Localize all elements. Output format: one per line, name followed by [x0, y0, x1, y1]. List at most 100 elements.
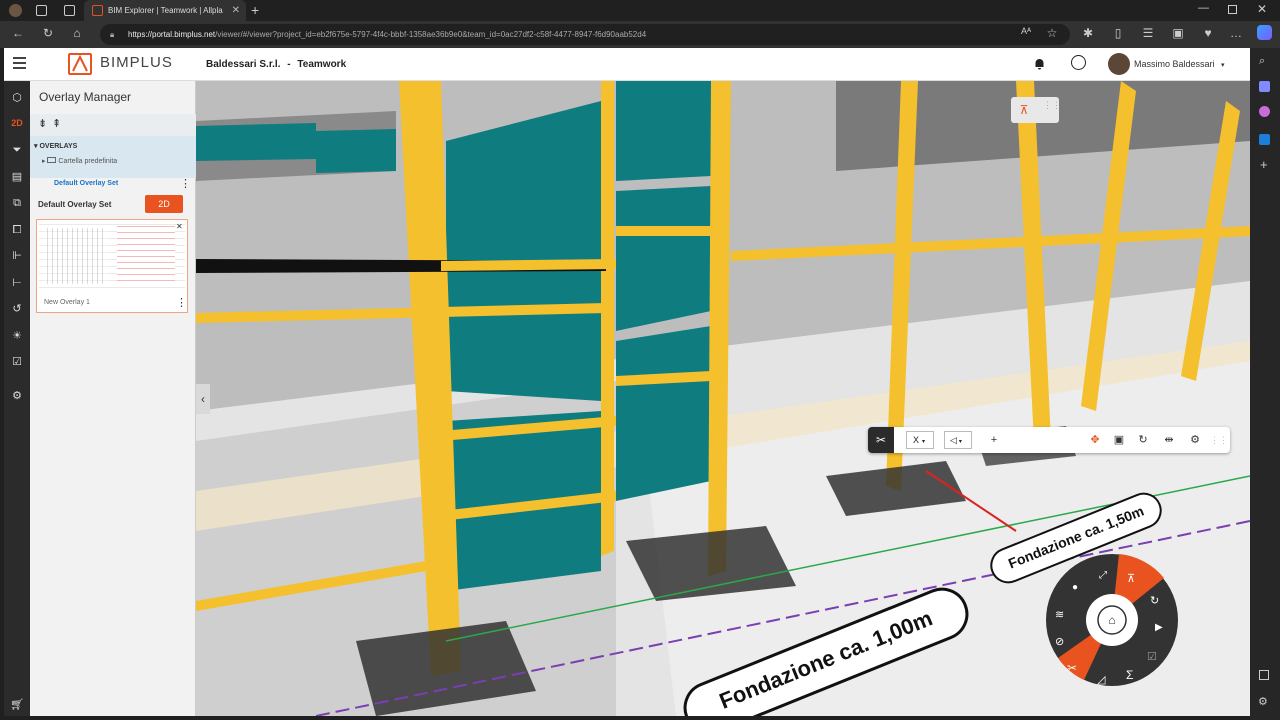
profile-icon[interactable] [9, 4, 22, 17]
tab-close-icon[interactable]: ✕ [232, 0, 240, 21]
support-icon[interactable] [1071, 55, 1086, 70]
drag-handle-icon[interactable]: ⋮⋮ [1043, 101, 1061, 119]
browser-tab-active[interactable]: BIM Explorer | Teamwork | Allpla ✕ [84, 0, 246, 21]
remove-overlay-icon[interactable]: ✕ [176, 222, 183, 231]
overlay-more-icon[interactable]: ⋮ [176, 296, 187, 309]
bimplus-logo-icon [68, 53, 92, 75]
checklist-icon[interactable]: ☑ [8, 353, 26, 371]
flip-icon[interactable]: ⇹ [1160, 431, 1178, 449]
overlay-set-title: Default Overlay Set [38, 200, 112, 209]
browser-menu-icon[interactable]: … [1228, 26, 1244, 40]
more-vertical-icon[interactable]: ⋮ [180, 177, 191, 190]
zoom-extents-icon[interactable]: ⤢ [1099, 570, 1107, 581]
axis-select[interactable]: X ▾ [906, 431, 934, 449]
url-path: /viewer/#/viewer?project_id=eb2f675e-579… [215, 30, 647, 39]
browser-addressbar: ← ↻ ⌂ 🔒︎ https://portal.bimplus.net/view… [0, 21, 1280, 48]
move-icon[interactable]: ✥ [1086, 431, 1104, 449]
app-header: BIMPLUS Baldessari S.r.l. - Teamwork Mas… [4, 48, 1250, 81]
location-icon[interactable]: ● [1072, 582, 1078, 593]
reload-icon[interactable]: ↻ [40, 26, 56, 40]
hierarchy-icon[interactable]: ⊩ [8, 247, 26, 265]
expand-all-icon[interactable]: ⇟ [38, 117, 47, 130]
read-aloud-icon[interactable]: Aᴬ [1018, 26, 1034, 36]
history-icon[interactable]: ↺ [8, 300, 26, 318]
collapse-panel-button[interactable]: ‹ [196, 384, 210, 414]
layers-icon[interactable]: ⧠ [8, 221, 26, 239]
plane-select[interactable]: ◁ ▾ [944, 431, 972, 449]
cart-icon[interactable]: 🛒︎ [8, 696, 26, 714]
home-icon[interactable]: ⌂ [69, 26, 85, 40]
shopping-icon[interactable] [1259, 81, 1270, 92]
lock-icon: 🔒︎ [110, 30, 115, 39]
new-tab-icon[interactable]: + [251, 2, 259, 18]
breadcrumb-separator: - [287, 59, 291, 70]
tools-icon[interactable] [1259, 106, 1270, 117]
structure-tree-button[interactable]: ⊼ ⋮⋮ [1011, 97, 1061, 123]
outlook-icon[interactable] [1259, 134, 1270, 145]
avatar[interactable] [1108, 53, 1130, 75]
measure-icon[interactable]: ◿ [1097, 673, 1105, 686]
browser-tabbar: BIM Explorer | Teamwork | Allpla ✕ + — ✕ [0, 0, 1280, 21]
workspaces-icon[interactable] [36, 5, 47, 16]
structure-icon[interactable]: ⊼ [1127, 572, 1135, 585]
search-icon[interactable]: ⌕ [1259, 55, 1265, 68]
split-screen-icon[interactable]: ▯ [1110, 26, 1126, 40]
settings-icon[interactable]: ⚙ [1258, 695, 1268, 708]
back-icon[interactable]: ← [10, 26, 26, 40]
gear-icon[interactable]: ⚙ [8, 387, 26, 405]
copy-icon[interactable]: ⧉ [8, 194, 26, 212]
2d-icon[interactable]: 2D [8, 114, 26, 132]
overlay-set-item[interactable]: Default Overlay Set ⋮ [30, 178, 196, 193]
camera-icon[interactable]: ▶ [1155, 622, 1163, 633]
section-tool-button[interactable]: ✂ [868, 427, 894, 453]
sidebar-layout-icon[interactable] [1259, 670, 1269, 680]
3d-viewport[interactable]: Fondazione ca. 1,00m Fondazione ca. 1,50… [196, 81, 1250, 716]
collections-icon[interactable]: ▣ [1170, 26, 1186, 40]
window-close-icon[interactable]: ✕ [1257, 2, 1267, 16]
tree-icon[interactable]: ⊢ [8, 274, 26, 292]
cube-icon[interactable]: ⬡ [8, 89, 26, 107]
add-plane-icon[interactable]: + [985, 431, 1003, 449]
box-section-icon[interactable]: ▣ [1110, 431, 1128, 449]
filter-icon[interactable]: ⏷ [8, 141, 26, 159]
section-header[interactable]: ▾ OVERLAYS [34, 142, 77, 150]
rotate-icon[interactable]: ↻ [1134, 431, 1152, 449]
copilot-icon[interactable] [1257, 25, 1272, 40]
favorite-star-icon[interactable]: ☆ [1044, 26, 1060, 40]
tab-actions-icon[interactable] [64, 5, 75, 16]
company-name: Baldessari S.r.l. [206, 59, 281, 70]
favorites-icon[interactable]: ☰ [1140, 26, 1156, 40]
settings-gear-icon[interactable]: ⚙ [1186, 431, 1204, 449]
toolbar-drag-icon[interactable]: ⋮⋮ [1210, 431, 1228, 449]
add-2d-button[interactable]: 2D [145, 195, 183, 213]
hide-icon[interactable]: ⊘ [1055, 635, 1064, 648]
clipboard-icon[interactable]: ▤ [8, 168, 26, 186]
orbit-icon[interactable]: ↻ [1150, 594, 1159, 607]
panel-toolbar: ⇟ ⇞ [30, 114, 196, 136]
drawing-thumbnail [39, 222, 185, 294]
add-sidebar-icon[interactable]: + [1260, 157, 1268, 172]
sum-icon[interactable]: Σ [1126, 668, 1133, 682]
collapse-all-icon[interactable]: ⇞ [52, 117, 61, 130]
hamburger-menu-icon[interactable] [13, 57, 26, 69]
folder-row[interactable]: ▸ Cartella predefinita [42, 157, 117, 165]
team-name: Teamwork [297, 59, 347, 70]
project-breadcrumb[interactable]: Baldessari S.r.l. - Teamwork [206, 59, 346, 70]
sun-icon[interactable]: ☀ [8, 327, 26, 345]
url-field[interactable]: 🔒︎ https://portal.bimplus.net/viewer/#/v… [100, 24, 1070, 45]
overlay-manager-panel: Overlay Manager ⇟ ⇞ ▾ OVERLAYS ▸ Cartell… [30, 81, 210, 716]
overlay-set-label: Default Overlay Set [54, 180, 119, 187]
user-menu[interactable]: Massimo Baldessari ▾ [1134, 59, 1225, 69]
overlay-name: New Overlay 1 [44, 299, 90, 306]
layers-stack-icon[interactable]: ≋ [1055, 608, 1064, 621]
overlay-card[interactable]: ✕ New Overlay 1 ⋮ [36, 219, 188, 313]
logo-text[interactable]: BIMPLUS [100, 54, 173, 71]
bell-icon[interactable] [1034, 57, 1045, 70]
vpn-icon[interactable]: ♥ [1200, 26, 1216, 40]
maximize-icon[interactable] [1228, 5, 1237, 14]
checklist-icon[interactable]: ☑ [1147, 650, 1157, 663]
extensions-icon[interactable]: ✱ [1080, 26, 1096, 40]
home-view-icon[interactable]: ⌂ [1102, 610, 1122, 630]
minimize-icon[interactable]: — [1198, 2, 1209, 14]
section-scissors-icon[interactable]: ✂ [1067, 661, 1077, 675]
